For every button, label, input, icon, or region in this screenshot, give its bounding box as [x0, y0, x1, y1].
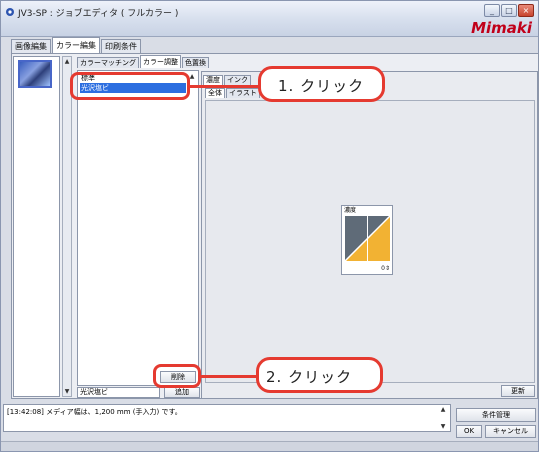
ok-button[interactable]: OK: [456, 425, 482, 438]
update-button[interactable]: 更新: [501, 385, 535, 397]
tab-print-conditions[interactable]: 印刷条件: [101, 39, 141, 53]
density-spinner[interactable]: 0⇕: [370, 265, 390, 273]
status-bar: [1, 441, 538, 451]
maximize-button[interactable]: □: [501, 4, 517, 17]
window-title: JV3-SP : ジョブエディタ ( フルカラー ): [18, 9, 179, 19]
tab-density[interactable]: 濃度: [203, 75, 223, 85]
scroll-up-icon[interactable]: ▲: [439, 405, 447, 414]
thumbnail-scrollbar[interactable]: ▲ ▼: [62, 56, 72, 397]
highlight-preset-item: [70, 72, 190, 100]
app-icon: [6, 8, 14, 16]
density-curve-box: 濃度 0⇕: [341, 205, 393, 275]
list-scrollbar[interactable]: ▲: [188, 72, 197, 384]
tab-color-edit[interactable]: カラー編集: [52, 37, 100, 53]
scroll-up-icon[interactable]: ▲: [63, 57, 71, 66]
highlight-delete-button: [153, 364, 201, 388]
status-scrollbar[interactable]: ▲ ▼: [439, 405, 450, 431]
cancel-button[interactable]: キャンセル: [485, 425, 536, 438]
minimize-button[interactable]: _: [484, 4, 500, 17]
adjust-preset-list[interactable]: 標準 光沢塩ビ ▲: [77, 70, 199, 386]
title-bar: JV3-SP : ジョブエディタ ( フルカラー ) _ □ × Mimaki: [1, 1, 538, 37]
tab-overall[interactable]: 全体: [205, 88, 225, 98]
scroll-down-icon[interactable]: ▼: [439, 422, 447, 431]
main-tabs: 画像編集 カラー編集 印刷条件: [11, 37, 142, 54]
callout-1-text: 1. クリック: [278, 77, 365, 95]
tab-image-edit[interactable]: 画像編集: [11, 39, 51, 53]
status-message: [13:42:08] メディア幅は、1,200 mm (手入力) です。: [7, 408, 182, 416]
tab-color-adjust[interactable]: カラー調整: [140, 55, 181, 68]
tab-illustration[interactable]: イラスト: [226, 88, 260, 98]
window-controls: _ □ ×: [484, 4, 534, 18]
density-curve[interactable]: [345, 216, 390, 261]
status-log: [13:42:08] メディア幅は、1,200 mm (手入力) です。: [3, 404, 451, 432]
tab-color-matching[interactable]: カラーマッチング: [77, 57, 139, 68]
tab-color-replace[interactable]: 色置換: [182, 57, 209, 68]
scroll-down-icon[interactable]: ▼: [63, 387, 71, 396]
thumbnail-list: [13, 56, 60, 397]
callout-1-connector: [190, 85, 260, 88]
preset-name-field[interactable]: 光沢塩ビ: [77, 387, 160, 398]
color-sub-tabs: カラーマッチング カラー調整 色置換: [77, 55, 210, 69]
spin-arrows-icon[interactable]: ⇕: [385, 265, 390, 272]
add-button[interactable]: 追加: [164, 387, 200, 398]
adjust-sub-tabs: 全体 イラスト: [205, 88, 261, 99]
condition-manage-button[interactable]: 条件管理: [456, 408, 536, 422]
callout-2-connector: [201, 375, 259, 378]
mimaki-logo: Mimaki: [471, 19, 532, 37]
callout-2-text: 2. クリック: [266, 368, 353, 386]
close-button[interactable]: ×: [518, 4, 534, 17]
density-label: 濃度: [344, 207, 357, 214]
tab-ink[interactable]: インク: [224, 75, 251, 85]
image-thumbnail[interactable]: [18, 60, 52, 88]
